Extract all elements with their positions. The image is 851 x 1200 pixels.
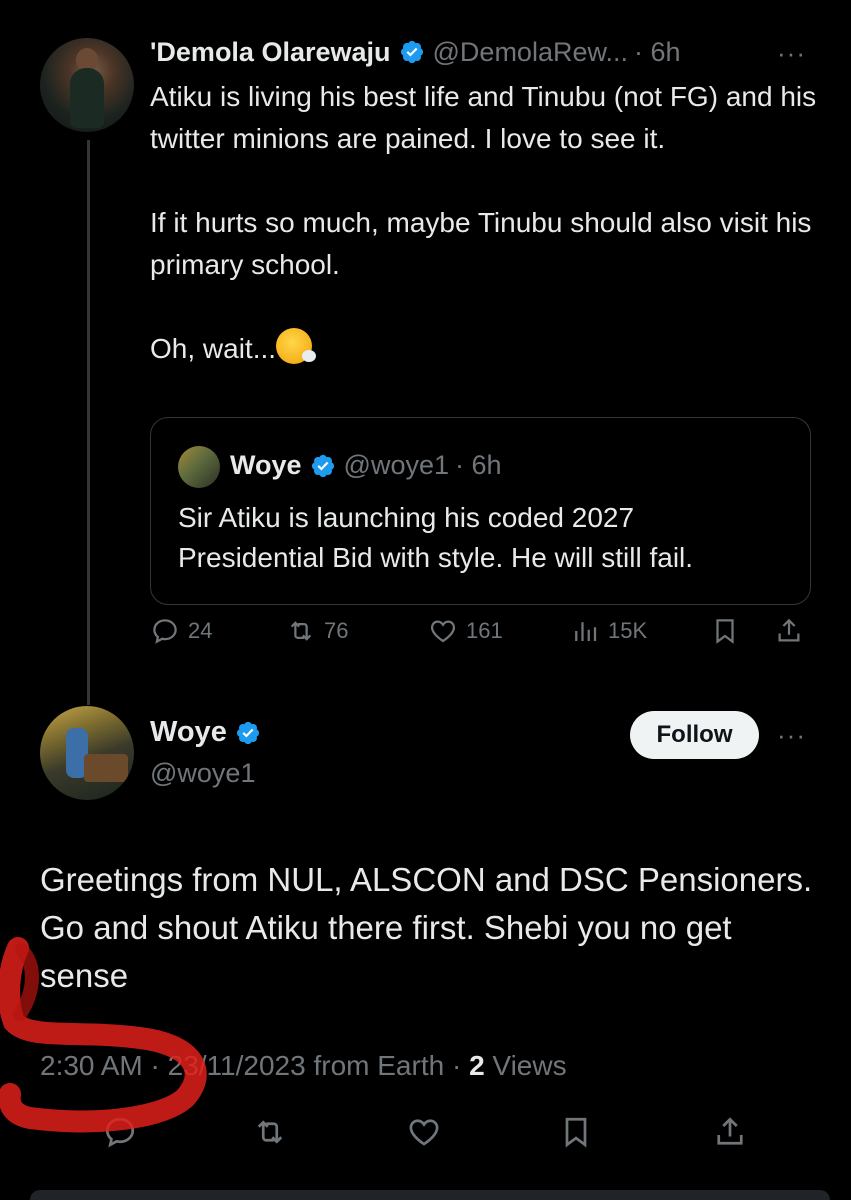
reply-count: 24 bbox=[188, 618, 213, 643]
tweet-time[interactable]: · 6h bbox=[634, 37, 681, 68]
views-chart-icon bbox=[575, 622, 597, 641]
tweet-meta: 2:30 AM · 23/11/2023 from Earth · 2 View… bbox=[40, 1050, 567, 1081]
repost-button[interactable] bbox=[252, 1114, 288, 1155]
reply-actions bbox=[40, 1114, 820, 1158]
reply-author-name[interactable]: Woye bbox=[150, 716, 227, 749]
views-label: Views bbox=[484, 1050, 567, 1081]
quoted-tweet-text: Sir Atiku is launching his coded 2027 Pr… bbox=[178, 502, 694, 573]
share-icon bbox=[778, 618, 800, 642]
tweet-timestamp[interactable]: 2:30 AM bbox=[40, 1050, 143, 1081]
bookmark-button[interactable] bbox=[558, 1114, 594, 1155]
more-options-icon[interactable]: ··· bbox=[777, 38, 806, 69]
follow-button[interactable]: Follow bbox=[630, 711, 759, 759]
author-name[interactable]: 'Demola Olarewaju bbox=[150, 37, 391, 68]
quoted-author-name: Woye bbox=[230, 450, 302, 480]
verified-badge-icon bbox=[400, 40, 423, 64]
like-count: 161 bbox=[466, 618, 503, 643]
share-icon bbox=[717, 1117, 743, 1145]
bookmark-icon bbox=[565, 1117, 587, 1148]
avatar-demola[interactable] bbox=[40, 38, 134, 132]
verified-badge-icon bbox=[236, 721, 259, 744]
avatar-woye[interactable] bbox=[40, 706, 134, 800]
tweet-date[interactable]: 23/11/2023 bbox=[168, 1050, 306, 1081]
reply-author-handle[interactable]: @woye1 bbox=[150, 758, 255, 789]
reply-button[interactable]: 24 bbox=[150, 616, 212, 646]
share-button[interactable] bbox=[774, 616, 812, 646]
views-button[interactable]: 15K bbox=[570, 616, 647, 646]
more-options-icon[interactable]: ··· bbox=[777, 720, 806, 751]
repost-count: 76 bbox=[324, 618, 349, 643]
verified-badge-icon bbox=[311, 454, 334, 477]
repost-icon bbox=[257, 1120, 283, 1144]
bookmark-button[interactable] bbox=[710, 616, 748, 646]
reply-button[interactable] bbox=[102, 1114, 138, 1155]
quoted-time: · 6h bbox=[455, 450, 502, 480]
repost-button[interactable]: 76 bbox=[286, 616, 348, 646]
bottom-reply-bar bbox=[30, 1190, 830, 1200]
sneezing-face-emoji-icon bbox=[276, 328, 317, 364]
like-button[interactable]: 161 bbox=[428, 616, 503, 646]
bookmark-icon bbox=[716, 619, 734, 644]
heart-icon bbox=[430, 620, 456, 643]
reply-icon bbox=[105, 1117, 135, 1148]
quoted-handle: @woye1 bbox=[343, 450, 449, 480]
quoted-tweet-header: Woye @woye1 · 6h bbox=[230, 450, 502, 481]
tweet-body: Atiku is living his best life and Tinubu… bbox=[150, 81, 817, 364]
tweet-actions: 24 76 161 15K bbox=[150, 616, 820, 660]
heart-icon bbox=[409, 1119, 439, 1146]
views-count: 15K bbox=[608, 618, 648, 643]
thread-line bbox=[87, 140, 90, 705]
reply-tweet-text: Greetings from NUL, ALSCON and DSC Pensi… bbox=[40, 861, 813, 994]
tweet-header: 'Demola Olarewaju @DemolaRew... · 6h bbox=[150, 36, 681, 68]
repost-icon bbox=[290, 621, 312, 641]
tweet-source: from Earth bbox=[305, 1050, 445, 1081]
share-button[interactable] bbox=[712, 1114, 748, 1155]
quoted-avatar bbox=[178, 446, 220, 488]
reply-header: Woye bbox=[150, 716, 269, 749]
views-count: 2 bbox=[469, 1050, 485, 1081]
author-handle[interactable]: @DemolaRew... bbox=[433, 37, 628, 68]
like-button[interactable] bbox=[406, 1114, 442, 1155]
tweet-text: Atiku is living his best life and Tinubu… bbox=[150, 76, 820, 370]
reply-icon bbox=[153, 619, 177, 644]
